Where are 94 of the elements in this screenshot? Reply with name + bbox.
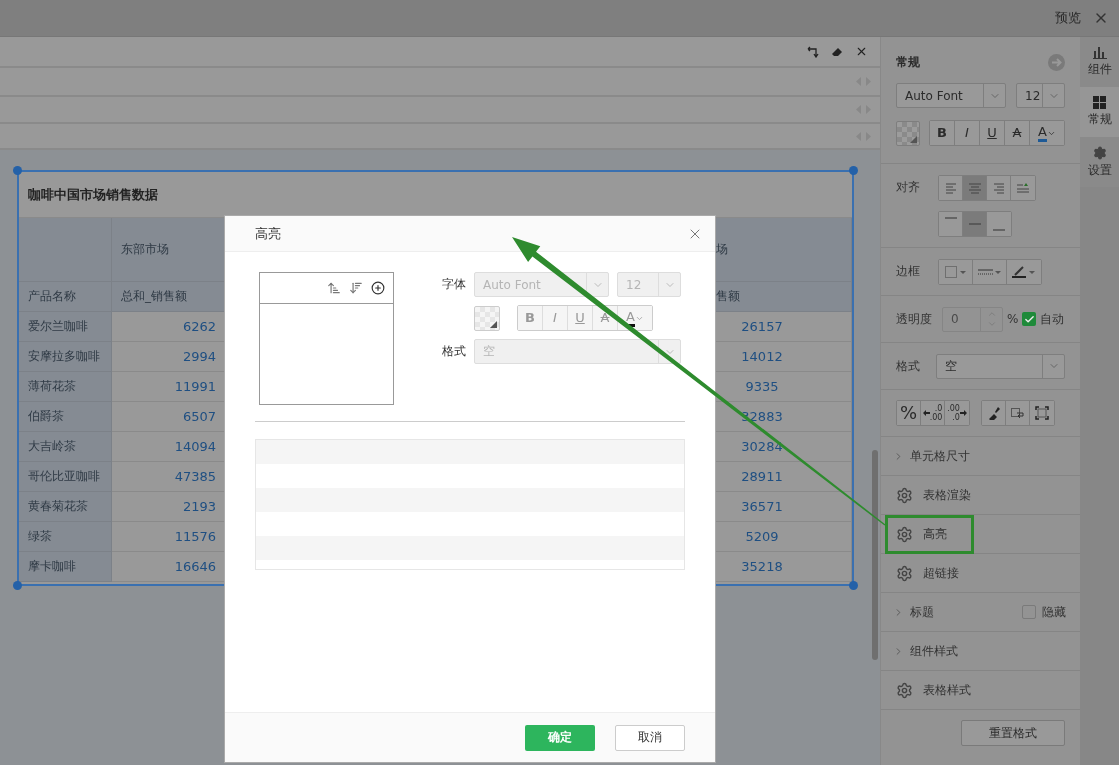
hide-label: 隐藏 [1042,603,1066,621]
align-button[interactable] [939,175,963,200]
arrow-circle-icon[interactable] [1048,54,1065,71]
header-cell: 产品名称 [19,282,112,312]
table-cell: 14012 [715,342,852,372]
border-style-button[interactable] [939,259,973,284]
fit-size-button[interactable] [1030,401,1054,425]
vertical-align-button[interactable] [939,211,963,236]
close-icon[interactable] [855,45,868,58]
bar-chart-icon [1092,46,1107,59]
table-cell: 摩卡咖啡 [19,552,112,582]
sort-down-icon[interactable] [349,281,363,295]
align-center-icon [967,181,982,194]
arrow-left-icon [922,410,930,416]
settings-icon [896,681,913,699]
scrollbar[interactable] [872,450,878,660]
bold-button[interactable]: B [930,121,955,145]
settings-icon [896,486,913,504]
opacity-label: 透明度 [896,310,933,328]
resize-handle[interactable] [13,581,22,590]
percent-sign: % [1007,312,1019,326]
dialog-title: 高亮 [255,224,281,243]
table-cell: 安摩拉多咖啡 [19,342,112,372]
align-button[interactable] [987,175,1011,200]
panel-title: 常规 [896,54,921,71]
size-select[interactable]: 12 [1016,83,1065,108]
table-cell: 36571 [715,492,852,522]
sort-order-icon [1016,181,1030,194]
background-color-button[interactable] [896,120,920,146]
format-label: 格式 [442,343,466,360]
align-left-icon [943,181,958,194]
opacity-field[interactable]: 0 [942,306,1003,332]
settings-item[interactable]: 高亮 [881,515,1080,554]
preview-link[interactable]: 预览 [1055,9,1081,27]
table-cell: 薄荷花茶 [19,372,112,402]
auto-checkbox[interactable] [1022,312,1037,326]
italic-button[interactable]: I [955,121,980,145]
side-tab[interactable]: 常规 [1080,87,1119,137]
format-painter-button[interactable] [982,401,1006,425]
background-color-button[interactable] [474,305,500,331]
auto-label: 自动 [1040,310,1065,328]
pen-icon [1012,265,1036,278]
vertical-align-top-icon [943,216,958,219]
vertical-align-middle-icon [967,222,982,225]
percent-button[interactable]: % [897,401,921,425]
add-icon[interactable] [371,281,385,295]
table-cell: 26157 [715,312,852,342]
sort-up-icon[interactable] [327,281,341,295]
table-cell: 5209 [715,522,852,552]
format-label: 格式 [896,357,921,375]
expand-icon [1035,406,1049,420]
align-right-icon [991,181,1006,194]
increase-decimal-button[interactable]: .0 .00 [921,401,945,425]
arrow-right-icon [959,410,967,416]
wrap-text-button[interactable] [1006,401,1030,425]
table-cell: 爱尔兰咖啡 [19,312,112,342]
table-cell: 哥伦比亚咖啡 [19,462,112,492]
vertical-align-button[interactable] [963,211,987,236]
settings-icon [896,525,913,543]
border-label: 边框 [896,263,921,280]
underline-button[interactable]: U [980,121,1005,145]
resize-handle[interactable] [849,166,858,175]
table-cell: 伯爵茶 [19,402,112,432]
header-cell: 场 [715,218,852,282]
strike-button[interactable]: A [1005,121,1030,145]
resize-handle[interactable] [13,166,22,175]
table-cell: 大吉岭茶 [19,432,112,462]
vertical-align-button[interactable] [987,211,1011,236]
line-color-button[interactable] [1007,259,1041,284]
color-button[interactable]: A [1030,121,1064,145]
align-button[interactable] [963,175,987,200]
align-button[interactable] [1011,175,1035,200]
resize-handle[interactable] [849,581,858,590]
table-cell: 35218 [715,552,852,582]
reset-format-button[interactable]: 重置格式 [961,720,1065,746]
hide-checkbox[interactable] [1022,605,1036,619]
table-cell: 28911 [715,462,852,492]
vertical-align-bottom-icon [992,228,1006,231]
settings-icon [1092,145,1107,160]
eraser-icon[interactable] [831,45,843,58]
font-label: 字体 [442,276,466,293]
table-cell: 黄春菊花茶 [19,492,112,522]
settings-icon [896,564,913,582]
decrease-decimal-button[interactable]: .00 .0 [945,401,969,425]
font-select[interactable]: Auto Font [896,83,1006,108]
grid-icon [1093,96,1106,109]
table-cell: 绿茶 [19,522,112,552]
wrap-text-icon [1010,407,1025,419]
format-select[interactable]: 空 [936,353,1065,379]
align-label: 对齐 [896,179,921,196]
swap-icon[interactable] [807,45,819,58]
header-cell: 售额 [715,282,852,312]
border-icon [944,265,967,278]
table-cell: 9335 [715,372,852,402]
